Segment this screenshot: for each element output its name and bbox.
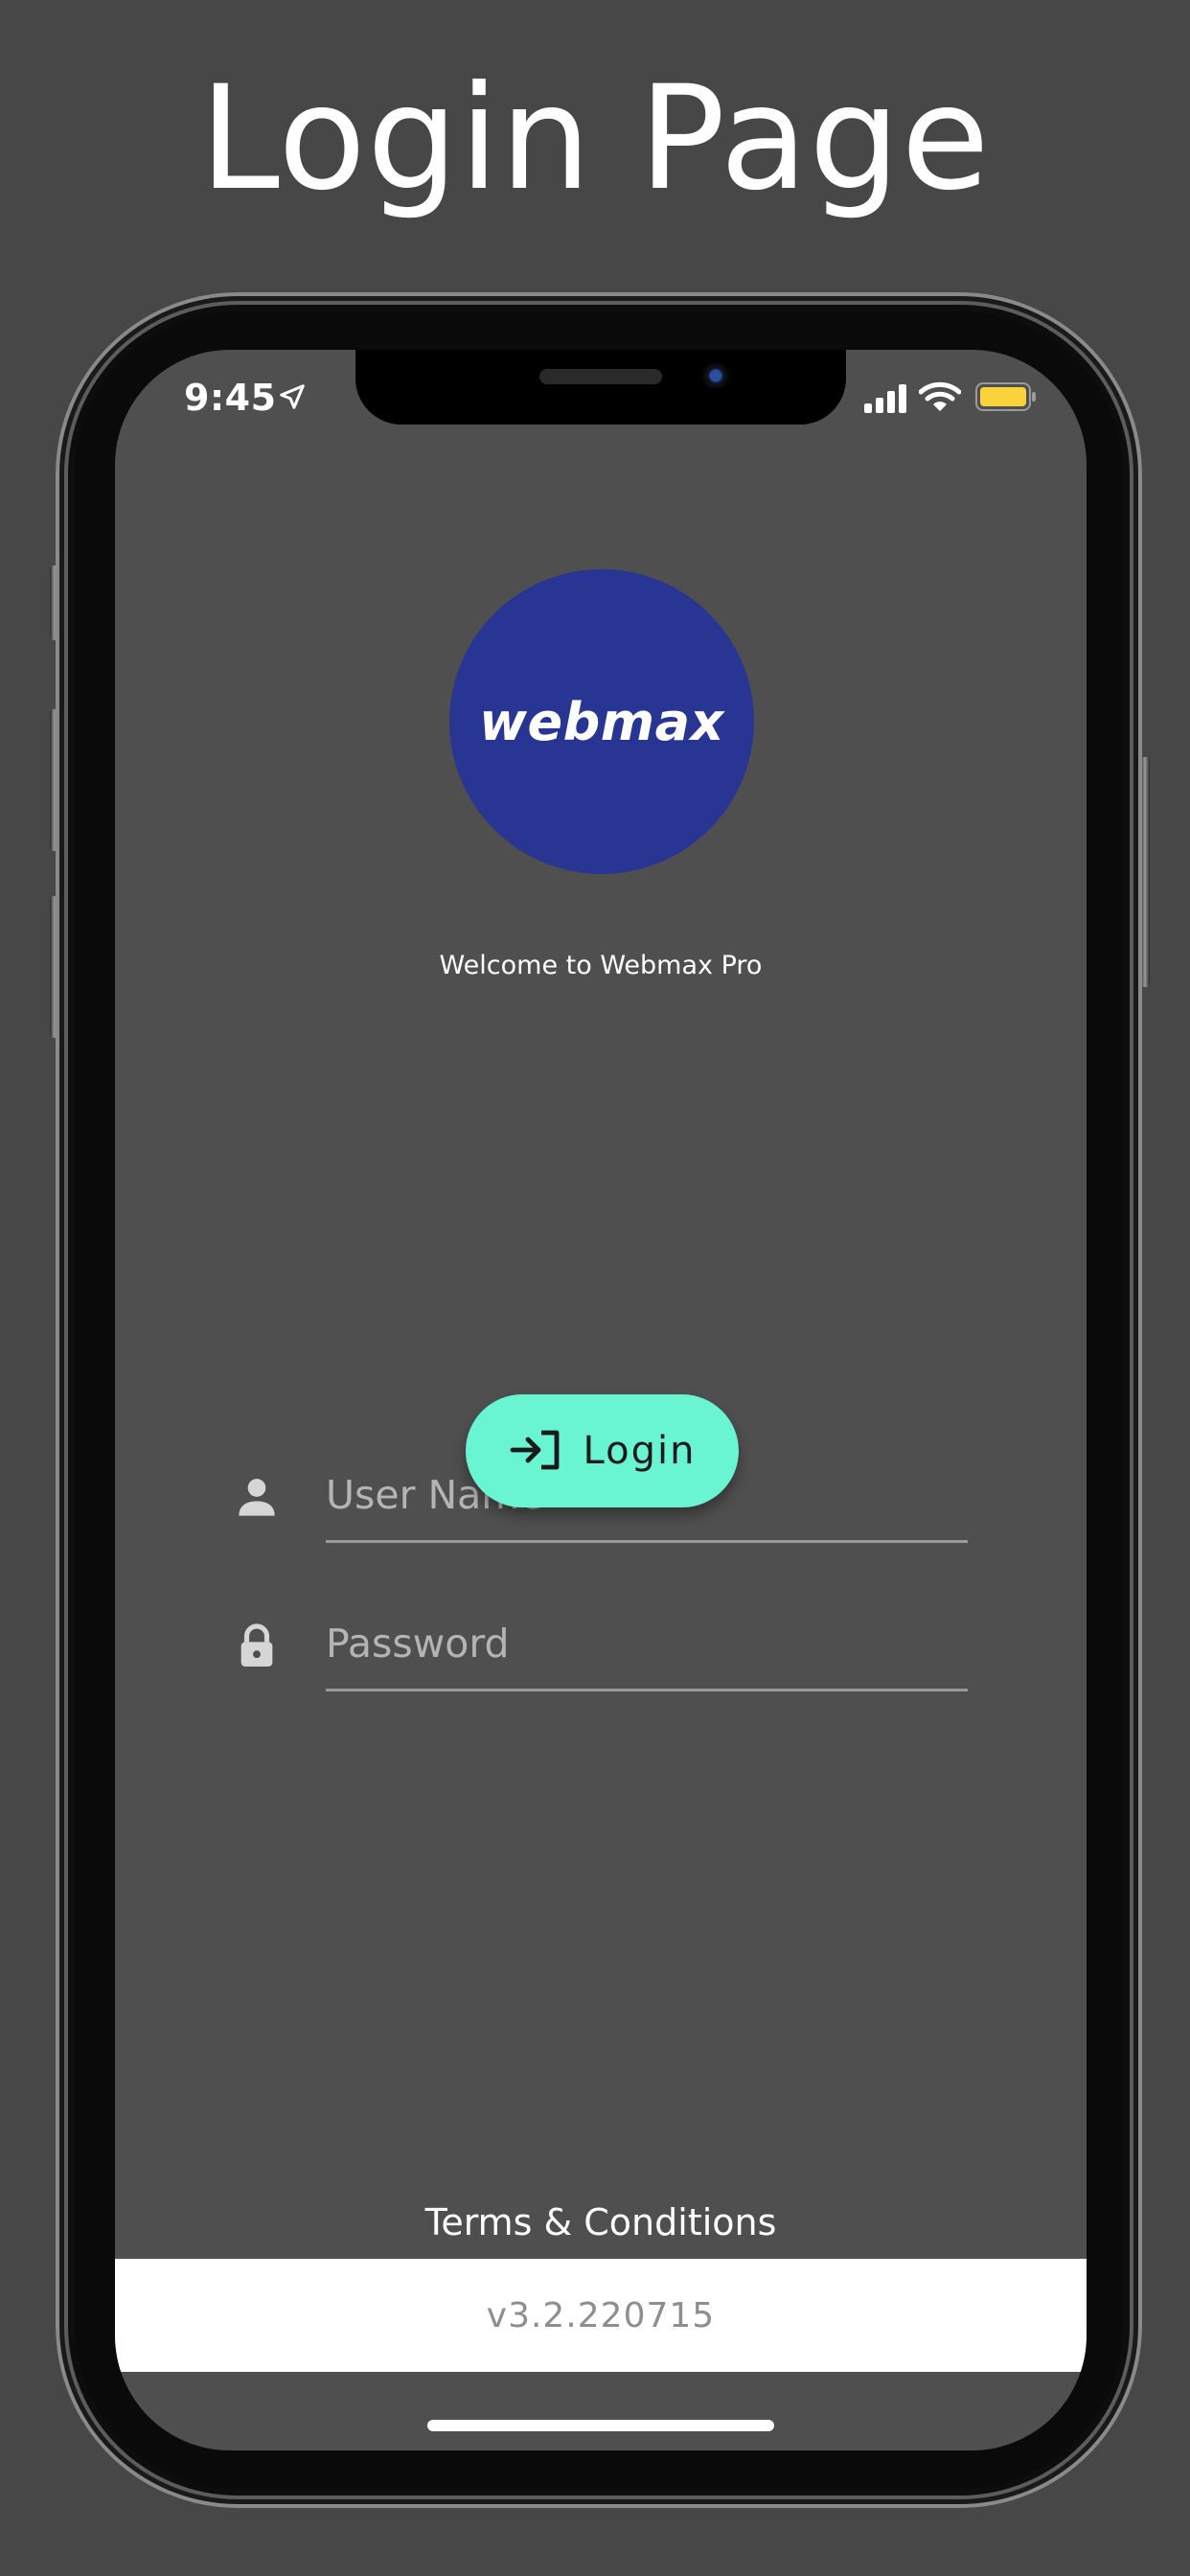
version-text: v3.2.220715 — [486, 2295, 716, 2335]
logo-text: webmax — [479, 691, 724, 752]
speaker-grille — [539, 369, 662, 384]
password-input[interactable] — [326, 1610, 968, 1677]
version-bar: v3.2.220715 — [115, 2259, 1087, 2372]
password-field — [230, 1593, 977, 1698]
login-button[interactable]: Login — [466, 1394, 739, 1507]
terms-link[interactable]: Terms & Conditions — [115, 2201, 1087, 2243]
password-underline — [326, 1689, 968, 1691]
webmax-logo: webmax — [449, 569, 754, 874]
login-icon — [509, 1427, 562, 1476]
status-time: 9:45 — [184, 377, 277, 419]
page-heading: Login Page — [199, 56, 991, 222]
home-indicator[interactable] — [427, 2420, 774, 2431]
notch — [355, 350, 846, 425]
location-arrow-icon — [278, 382, 307, 416]
wifi-icon — [918, 380, 962, 418]
person-icon — [230, 1471, 284, 1525]
username-underline — [326, 1540, 968, 1543]
battery-icon — [975, 382, 1037, 416]
cellular-signal-icon — [864, 384, 908, 418]
front-camera — [702, 362, 729, 389]
welcome-text: Welcome to Webmax Pro — [439, 951, 763, 980]
login-button-label: Login — [583, 1429, 697, 1473]
lock-icon — [230, 1620, 284, 1673]
phone-screen: 9:45 webmax Welcome to Webmax Pro User N… — [115, 350, 1087, 2450]
